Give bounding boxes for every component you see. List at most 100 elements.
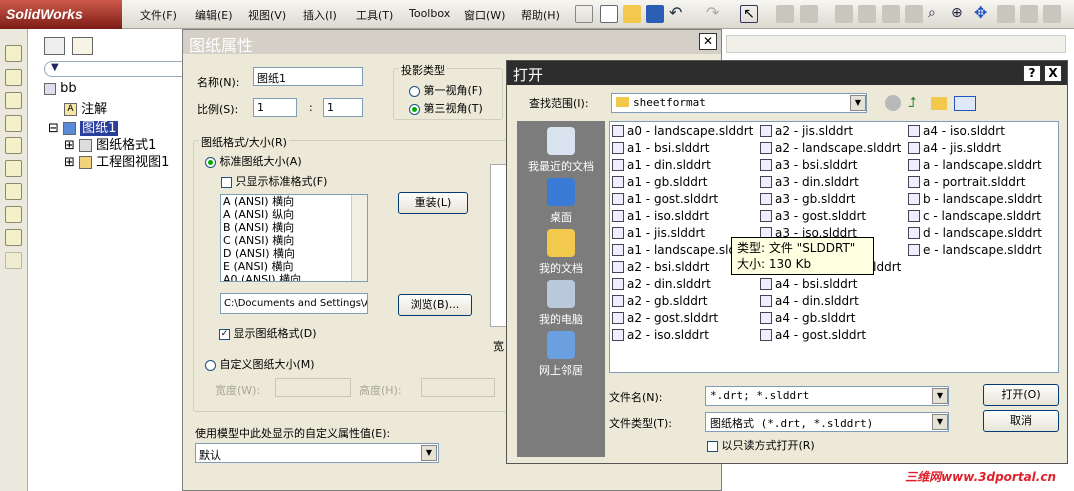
- file-item[interactable]: a4 - iso.slddrt: [908, 123, 1042, 140]
- filetype-select[interactable]: 图纸格式 (*.drt, *.slddrt): [705, 412, 949, 432]
- list-item[interactable]: E (ANSI) 横向: [221, 260, 367, 273]
- width-field[interactable]: [275, 378, 351, 397]
- file-item[interactable]: a4 - gost.slddrt: [760, 327, 901, 344]
- note-tool-icon[interactable]: [5, 45, 22, 62]
- toolbar-icon-i[interactable]: [1043, 5, 1061, 23]
- pan-icon[interactable]: ✥: [974, 5, 992, 23]
- paper-size-list[interactable]: A (ANSI) 横向 A (ANSI) 纵向 B (ANSI) 横向 C (A…: [220, 194, 368, 282]
- list-item[interactable]: B (ANSI) 横向: [221, 221, 367, 234]
- checkbox-show-format[interactable]: ✓: [219, 328, 230, 340]
- chevron-down-icon[interactable]: ▼: [932, 388, 948, 404]
- file-item[interactable]: a2 - jis.slddrt: [760, 123, 901, 140]
- file-item[interactable]: a - landscape.slddrt: [908, 157, 1042, 174]
- radio-first[interactable]: [409, 85, 420, 97]
- file-item[interactable]: a2 - iso.slddrt: [612, 327, 753, 344]
- list-item[interactable]: A (ANSI) 纵向: [221, 208, 367, 221]
- reload-button[interactable]: 重装(L): [398, 192, 468, 214]
- tool-icon-3[interactable]: [5, 92, 22, 109]
- list-item[interactable]: D (ANSI) 横向: [221, 247, 367, 260]
- name-field[interactable]: 图纸1: [253, 67, 363, 86]
- tree-root[interactable]: bb: [44, 81, 77, 96]
- file-item[interactable]: a3 - bsi.slddrt: [760, 157, 901, 174]
- file-item[interactable]: a - portrait.slddrt: [908, 174, 1042, 191]
- pin-icon[interactable]: [575, 5, 593, 23]
- close-icon[interactable]: ✕: [699, 33, 717, 50]
- menu-insert[interactable]: 插入(I): [303, 7, 337, 23]
- radio-third[interactable]: [409, 103, 420, 115]
- chevron-down-icon[interactable]: ▼: [850, 95, 866, 111]
- open-button[interactable]: 打开(O): [983, 384, 1059, 406]
- file-item[interactable]: a4 - din.slddrt: [760, 293, 901, 310]
- checkbox-readonly[interactable]: [707, 440, 718, 452]
- file-item[interactable]: e - landscape.slddrt: [908, 242, 1042, 259]
- file-item[interactable]: a1 - gb.slddrt: [612, 174, 753, 191]
- custom-size-radio[interactable]: 自定义图纸大小(M): [205, 356, 315, 372]
- toolbar-icon-b[interactable]: [800, 5, 818, 23]
- up-folder-icon[interactable]: ⮥: [908, 95, 924, 111]
- close-button[interactable]: X: [1044, 65, 1062, 82]
- tool-icon-8[interactable]: [5, 206, 22, 223]
- undo-icon[interactable]: ↶: [669, 5, 687, 23]
- toolbar-icon-a[interactable]: [776, 5, 794, 23]
- tree-item-annotations[interactable]: A 注解: [64, 98, 107, 117]
- menu-help[interactable]: 帮助(H): [521, 7, 560, 23]
- file-item[interactable]: a4 - jis.slddrt: [908, 140, 1042, 157]
- tree-tab-icon[interactable]: [44, 37, 65, 55]
- list-item[interactable]: A (ANSI) 横向: [221, 195, 367, 208]
- menu-file[interactable]: 文件(F): [140, 7, 177, 23]
- lookin-select[interactable]: sheetformat: [611, 93, 867, 113]
- chevron-down-icon[interactable]: ▼: [421, 445, 437, 461]
- height-field[interactable]: [421, 378, 495, 397]
- help-button[interactable]: ?: [1023, 65, 1041, 82]
- file-item[interactable]: a3 - gost.slddrt: [760, 208, 901, 225]
- readonly-checkbox[interactable]: 以只读方式打开(R): [707, 437, 815, 453]
- toolbar-icon-h[interactable]: [1020, 5, 1038, 23]
- file-item[interactable]: a1 - din.slddrt: [612, 157, 753, 174]
- list-item[interactable]: C (ANSI) 横向: [221, 234, 367, 247]
- file-item[interactable]: a3 - gb.slddrt: [760, 191, 901, 208]
- file-item[interactable]: c - landscape.slddrt: [908, 208, 1042, 225]
- place-mycomputer[interactable]: 我的电脑: [517, 280, 605, 327]
- proj-third-radio[interactable]: 第三视角(T): [409, 100, 483, 116]
- menu-view[interactable]: 视图(V): [248, 7, 286, 23]
- tree-item-drawingview[interactable]: ⊞ 工程图视图1: [64, 151, 169, 170]
- file-item[interactable]: d - landscape.slddrt: [908, 225, 1042, 242]
- browse-button[interactable]: 浏览(B)...: [398, 294, 472, 316]
- toolbar-icon-c[interactable]: [835, 5, 853, 23]
- list-scrollbar[interactable]: [351, 195, 367, 281]
- show-format-checkbox[interactable]: ✓ 显示图纸格式(D): [219, 325, 317, 341]
- save-icon[interactable]: [646, 5, 664, 23]
- only-standard-checkbox[interactable]: 只显示标准格式(F): [221, 173, 327, 189]
- filename-field[interactable]: *.drt; *.slddrt: [705, 386, 949, 406]
- chevron-down-icon[interactable]: ▼: [932, 414, 948, 430]
- redo-icon[interactable]: ↷: [706, 5, 724, 23]
- tool-icon-4[interactable]: [5, 115, 22, 132]
- new-folder-icon[interactable]: [931, 97, 947, 110]
- place-desktop[interactable]: 桌面: [517, 178, 605, 225]
- menu-toolbox[interactable]: Toolbox: [409, 7, 450, 20]
- file-item[interactable]: a3 - din.slddrt: [760, 174, 901, 191]
- file-item[interactable]: a2 - din.slddrt: [612, 276, 753, 293]
- proj-first-radio[interactable]: 第一视角(F): [409, 82, 482, 98]
- tool-icon-5[interactable]: [5, 137, 22, 154]
- file-item[interactable]: a1 - iso.slddrt: [612, 208, 753, 225]
- filter-icon[interactable]: ▼: [44, 61, 190, 77]
- zoom-icon[interactable]: ⊕: [951, 5, 969, 23]
- open-folder-icon[interactable]: [623, 5, 641, 23]
- scale-numerator-field[interactable]: 1: [253, 98, 297, 117]
- tool-icon-9[interactable]: [5, 229, 22, 246]
- radio-standard[interactable]: [205, 156, 216, 168]
- custom-props-select[interactable]: 默认: [195, 443, 439, 463]
- tool-icon-6[interactable]: [5, 160, 22, 177]
- cancel-button[interactable]: 取消: [983, 410, 1059, 432]
- standard-size-radio[interactable]: 标准图纸大小(A): [205, 153, 302, 169]
- tool-icon-2[interactable]: [5, 69, 22, 86]
- file-item[interactable]: a1 - gost.slddrt: [612, 191, 753, 208]
- file-item[interactable]: a4 - bsi.slddrt: [760, 276, 901, 293]
- toolbar-icon-d[interactable]: [858, 5, 876, 23]
- scale-denominator-field[interactable]: 1: [323, 98, 363, 117]
- menu-window[interactable]: 窗口(W): [464, 7, 505, 23]
- toolbar-icon-e[interactable]: [882, 5, 900, 23]
- view-menu-icon[interactable]: [954, 96, 976, 111]
- toolbar-icon-f[interactable]: [905, 5, 923, 23]
